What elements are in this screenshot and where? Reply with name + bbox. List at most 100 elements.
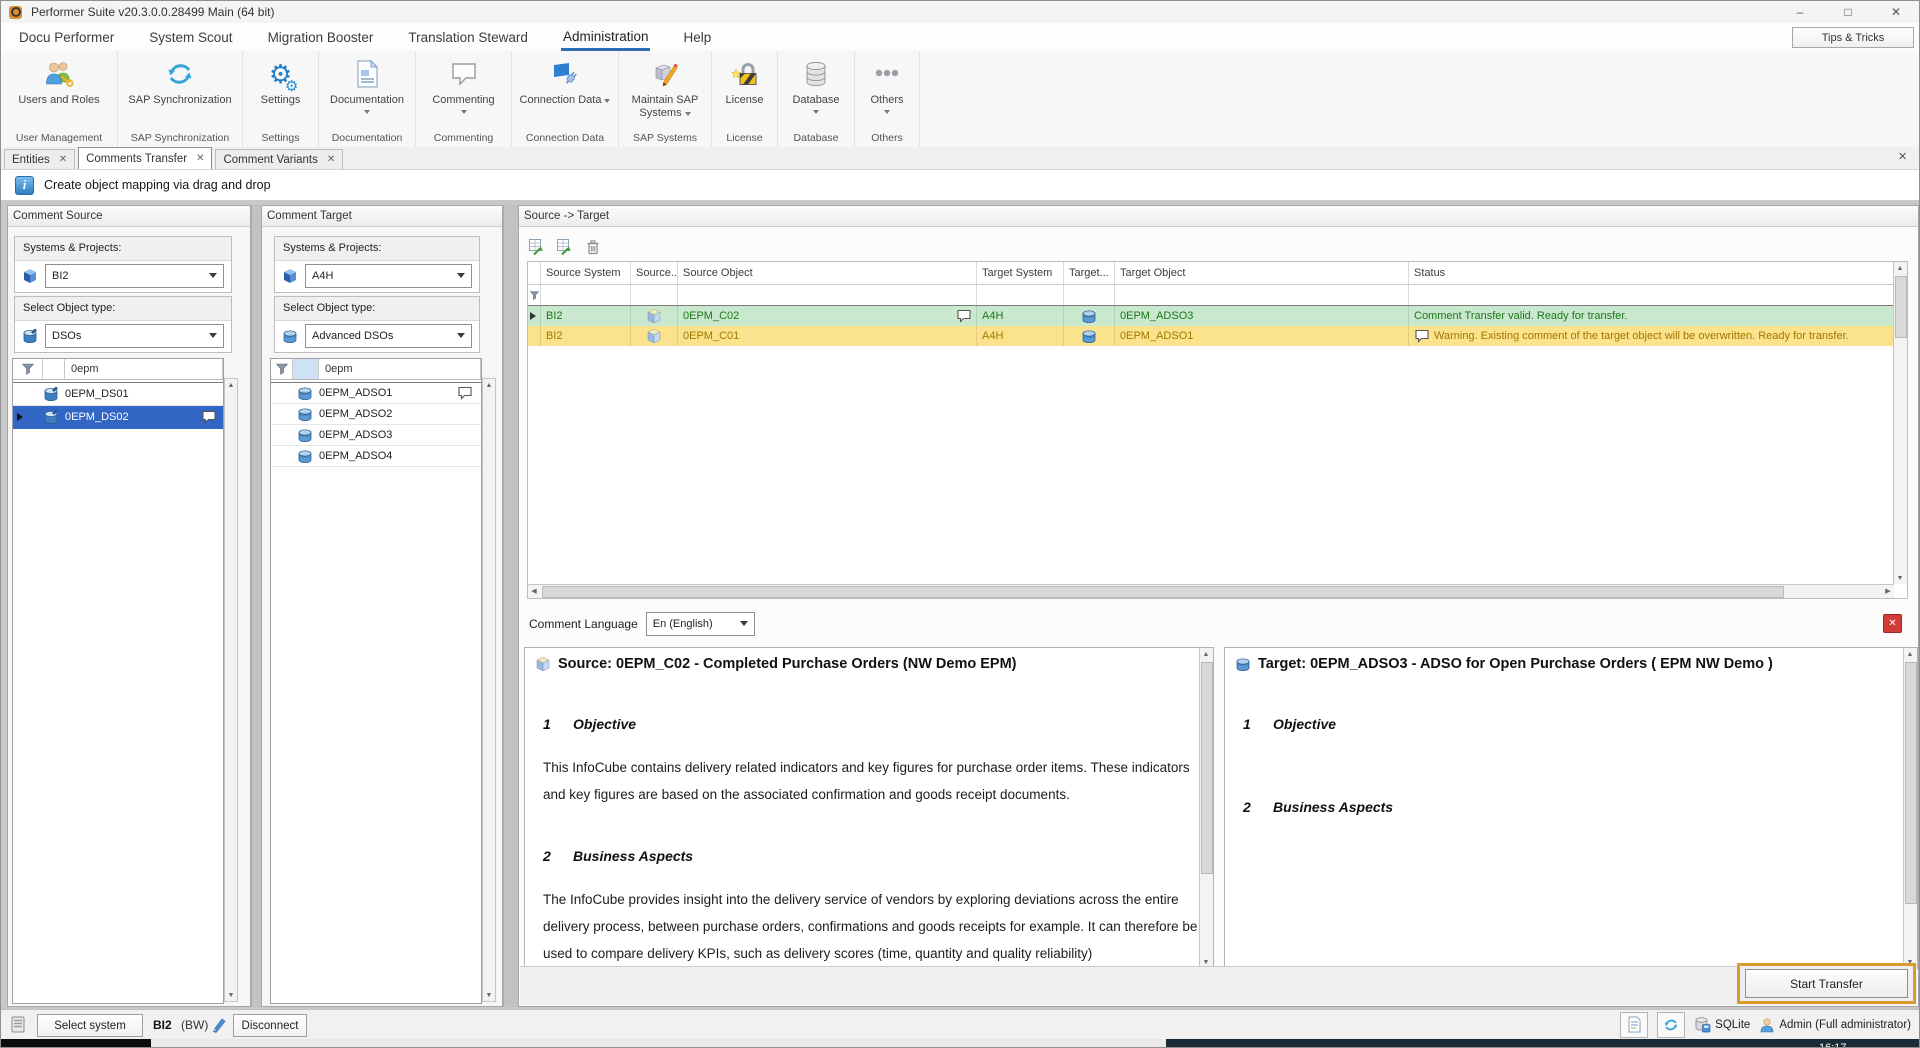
scroll-right-icon[interactable]: ▶ [1882,585,1894,597]
users-and-roles-button[interactable]: Users and Roles [1,51,117,131]
user-icon [1759,1017,1775,1033]
edit-pen-icon[interactable] [211,1016,228,1033]
disconnect-button[interactable]: Disconnect [233,1014,307,1037]
target-list-item-0epm-adso1[interactable]: 0EPM_ADSO1 [271,383,481,404]
titlebar: Performer Suite v20.3.0.0.28499 Main (64… [1,1,1920,24]
sap-synchronization-button[interactable]: SAP Synchronization [118,51,242,131]
target-list-item-0epm-adso2[interactable]: 0EPM_ADSO2 [271,404,481,425]
target-object-type-select[interactable]: Advanced DSOs [305,324,472,348]
tab-close-icon[interactable]: ✕ [327,154,335,165]
infocube-icon [646,328,662,344]
start-transfer-button[interactable]: Start Transfer [1745,969,1908,998]
col-source-object[interactable]: Source Object [678,262,977,284]
col-status[interactable]: Status [1409,262,1893,284]
delete-mapping-icon[interactable] [583,237,603,257]
source-system-select[interactable]: BI2 [45,264,224,288]
doc-paragraph: The InfoCube provides insight into the d… [543,886,1198,967]
tab-comment-variants[interactable]: Comment Variants ✕ [215,149,343,169]
connection-data-button[interactable]: Connection Data [512,51,618,131]
source-filter-input[interactable]: 0epm [65,359,223,379]
target-preview-scrollbar[interactable]: ▲ ▼ [1903,648,1917,968]
comment-target-panel: Comment Target Systems & Projects: A4H S… [261,205,503,1007]
database-button[interactable]: Database [778,51,854,131]
target-filter-input[interactable]: 0epm [319,359,481,379]
minimize-icon[interactable]: – [1777,1,1823,23]
log-document-button[interactable] [1620,1012,1648,1038]
scroll-up-icon[interactable]: ▲ [1200,648,1212,660]
ribbon-group-caption: Commenting [416,131,511,147]
col-target-system[interactable]: Target System [977,262,1064,284]
expand-arrow-icon[interactable] [530,312,540,320]
close-icon[interactable]: ✕ [1873,1,1919,23]
server-icon [9,1015,28,1034]
refresh-button[interactable] [1657,1012,1685,1038]
scroll-up-icon[interactable]: ▲ [225,379,237,391]
documentation-icon [353,56,381,92]
col-target-object[interactable]: Target Object [1115,262,1409,284]
action-band [520,966,1917,1005]
table-vertical-scrollbar[interactable]: ▲ ▼ [1893,262,1907,584]
documentation-button[interactable]: Documentation [319,51,415,131]
menu-tab-docu-performer[interactable]: Docu Performer [17,25,116,49]
tab-comments-transfer[interactable]: Comments Transfer ✕ [78,147,212,169]
menu-tab-system-scout[interactable]: System Scout [147,25,234,49]
settings-button[interactable]: ⚙⚙ Settings [243,51,318,131]
status-bar: Select system BI2 (BW) Disconnect [1,1009,1920,1039]
menu-tab-translation-steward[interactable]: Translation Steward [406,25,530,49]
license-button[interactable]: License [712,51,777,131]
maintain-sap-systems-button[interactable]: Maintain SAP Systems [619,51,711,131]
status-text: Comment Transfer valid. Ready for transf… [1409,306,1893,326]
tabstrip-close-icon[interactable]: ✕ [1898,150,1907,163]
scroll-down-icon[interactable]: ▼ [483,989,495,1001]
ribbon-group-caption: Database [778,131,854,147]
target-list-item-0epm-adso3[interactable]: 0EPM_ADSO3 [271,425,481,446]
target-system-select[interactable]: A4H [305,264,472,288]
source-object-type-select[interactable]: DSOs [45,324,224,348]
menu-tab-help[interactable]: Help [681,25,713,49]
scroll-left-icon[interactable]: ◀ [528,585,540,597]
others-button[interactable]: Others [855,51,919,131]
tab-close-icon[interactable]: ✕ [196,153,204,164]
menu-tab-migration-booster[interactable]: Migration Booster [266,25,376,49]
maximize-icon[interactable]: □ [1825,1,1871,23]
ribbon-item-label: Commenting [429,94,497,107]
transfer-all-icon[interactable] [555,237,575,257]
close-comment-view-icon[interactable]: ✕ [1883,614,1902,633]
source-list-scrollbar[interactable]: ▲ ▼ [224,378,238,1002]
tab-close-icon[interactable]: ✕ [59,154,67,165]
commenting-button[interactable]: Commenting [416,51,511,131]
source-object-list: 0epm 0EPM_DS01 0EPM_DS02 [12,358,224,1004]
transfer-selected-icon[interactable] [527,237,547,257]
ribbon-group-caption: SAP Synchronization [118,131,242,147]
scroll-up-icon[interactable]: ▲ [483,379,495,391]
target-preview-title: Target: 0EPM_ADSO3 - ADSO for Open Purch… [1258,656,1773,672]
mapping-toolbar [527,237,603,257]
tips-and-tricks-button[interactable]: Tips & Tricks [1792,27,1914,48]
ribbon-group-documentation: Documentation Documentation [319,51,416,147]
target-list-scrollbar[interactable]: ▲ ▼ [482,378,496,1002]
target-list-item-0epm-adso4[interactable]: 0EPM_ADSO4 [271,446,481,467]
system-cube-icon [282,268,298,284]
table-horizontal-scrollbar[interactable]: ◀ ▶ [528,584,1894,598]
select-system-button[interactable]: Select system [37,1014,143,1037]
scroll-down-icon[interactable]: ▼ [1894,572,1906,584]
source-preview-scrollbar[interactable]: ▲ ▼ [1199,648,1213,968]
mapping-filter-row[interactable] [528,285,1893,306]
taskbar-app-button[interactable] [151,1039,1166,1048]
mapping-row-warning[interactable]: BI2 0EPM_C01 A4H 0EPM_ADSO1 Warning. Exi… [528,326,1893,346]
settings-gear-icon: ⚙⚙ [269,56,292,92]
source-list-item-0epm-ds02[interactable]: 0EPM_DS02 [13,406,223,429]
col-source-system[interactable]: Source System [541,262,631,284]
mapping-row-valid[interactable]: BI2 0EPM_C02 A4H 0EPM_ADSO3 Comment Tran… [528,306,1893,326]
col-target-type[interactable]: Target... [1064,262,1115,284]
comment-language-select[interactable]: En (English) [646,612,755,636]
scroll-down-icon[interactable]: ▼ [225,989,237,1001]
scroll-up-icon[interactable]: ▲ [1894,262,1906,274]
menu-tab-administration[interactable]: Administration [561,24,651,51]
doc-heading: 1Objective [1243,716,1336,732]
tab-entities[interactable]: Entities ✕ [4,149,75,169]
expand-arrow-icon[interactable] [17,413,27,421]
col-source-type[interactable]: Source... [631,262,678,284]
scroll-up-icon[interactable]: ▲ [1904,648,1916,660]
source-list-item-0epm-ds01[interactable]: 0EPM_DS01 [13,383,223,406]
